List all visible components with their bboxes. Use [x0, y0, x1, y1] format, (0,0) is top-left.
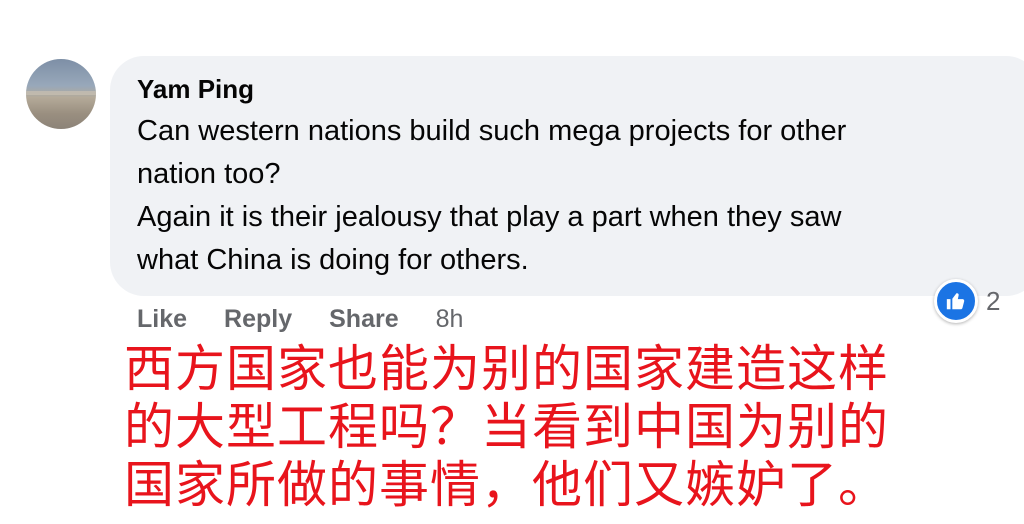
- comment-timestamp[interactable]: 8h: [436, 305, 464, 334]
- like-button[interactable]: Like: [137, 305, 187, 334]
- share-button[interactable]: Share: [329, 305, 398, 334]
- thumbs-up-icon: [934, 279, 978, 323]
- reaction-count: 2: [986, 285, 1001, 316]
- translation-line: 国家所做的事情，他们又嫉妒了。: [124, 456, 889, 514]
- comment-text-line: Can western nations build such mega proj…: [137, 115, 847, 147]
- comment-text-line: nation too?: [137, 158, 281, 190]
- translation-line: 的大型工程吗？当看到中国为别的: [124, 398, 889, 456]
- reply-button[interactable]: Reply: [224, 305, 292, 334]
- reaction-summary[interactable]: 2: [934, 279, 1001, 323]
- comment-text-line: what China is doing for others.: [137, 244, 529, 276]
- comment-text-line: Again it is their jealousy that play a p…: [137, 201, 842, 233]
- comment-actions: Like Reply Share 8h: [137, 302, 463, 336]
- comment-text: Can western nations build such mega proj…: [137, 110, 997, 282]
- avatar[interactable]: [26, 59, 96, 129]
- chinese-translation: 西方国家也能为别的国家建造这样 的大型工程吗？当看到中国为别的 国家所做的事情，…: [124, 340, 924, 514]
- avatar-horizon: [26, 91, 96, 95]
- comment-author[interactable]: Yam Ping: [137, 74, 254, 105]
- translation-line: 西方国家也能为别的国家建造这样: [124, 340, 889, 398]
